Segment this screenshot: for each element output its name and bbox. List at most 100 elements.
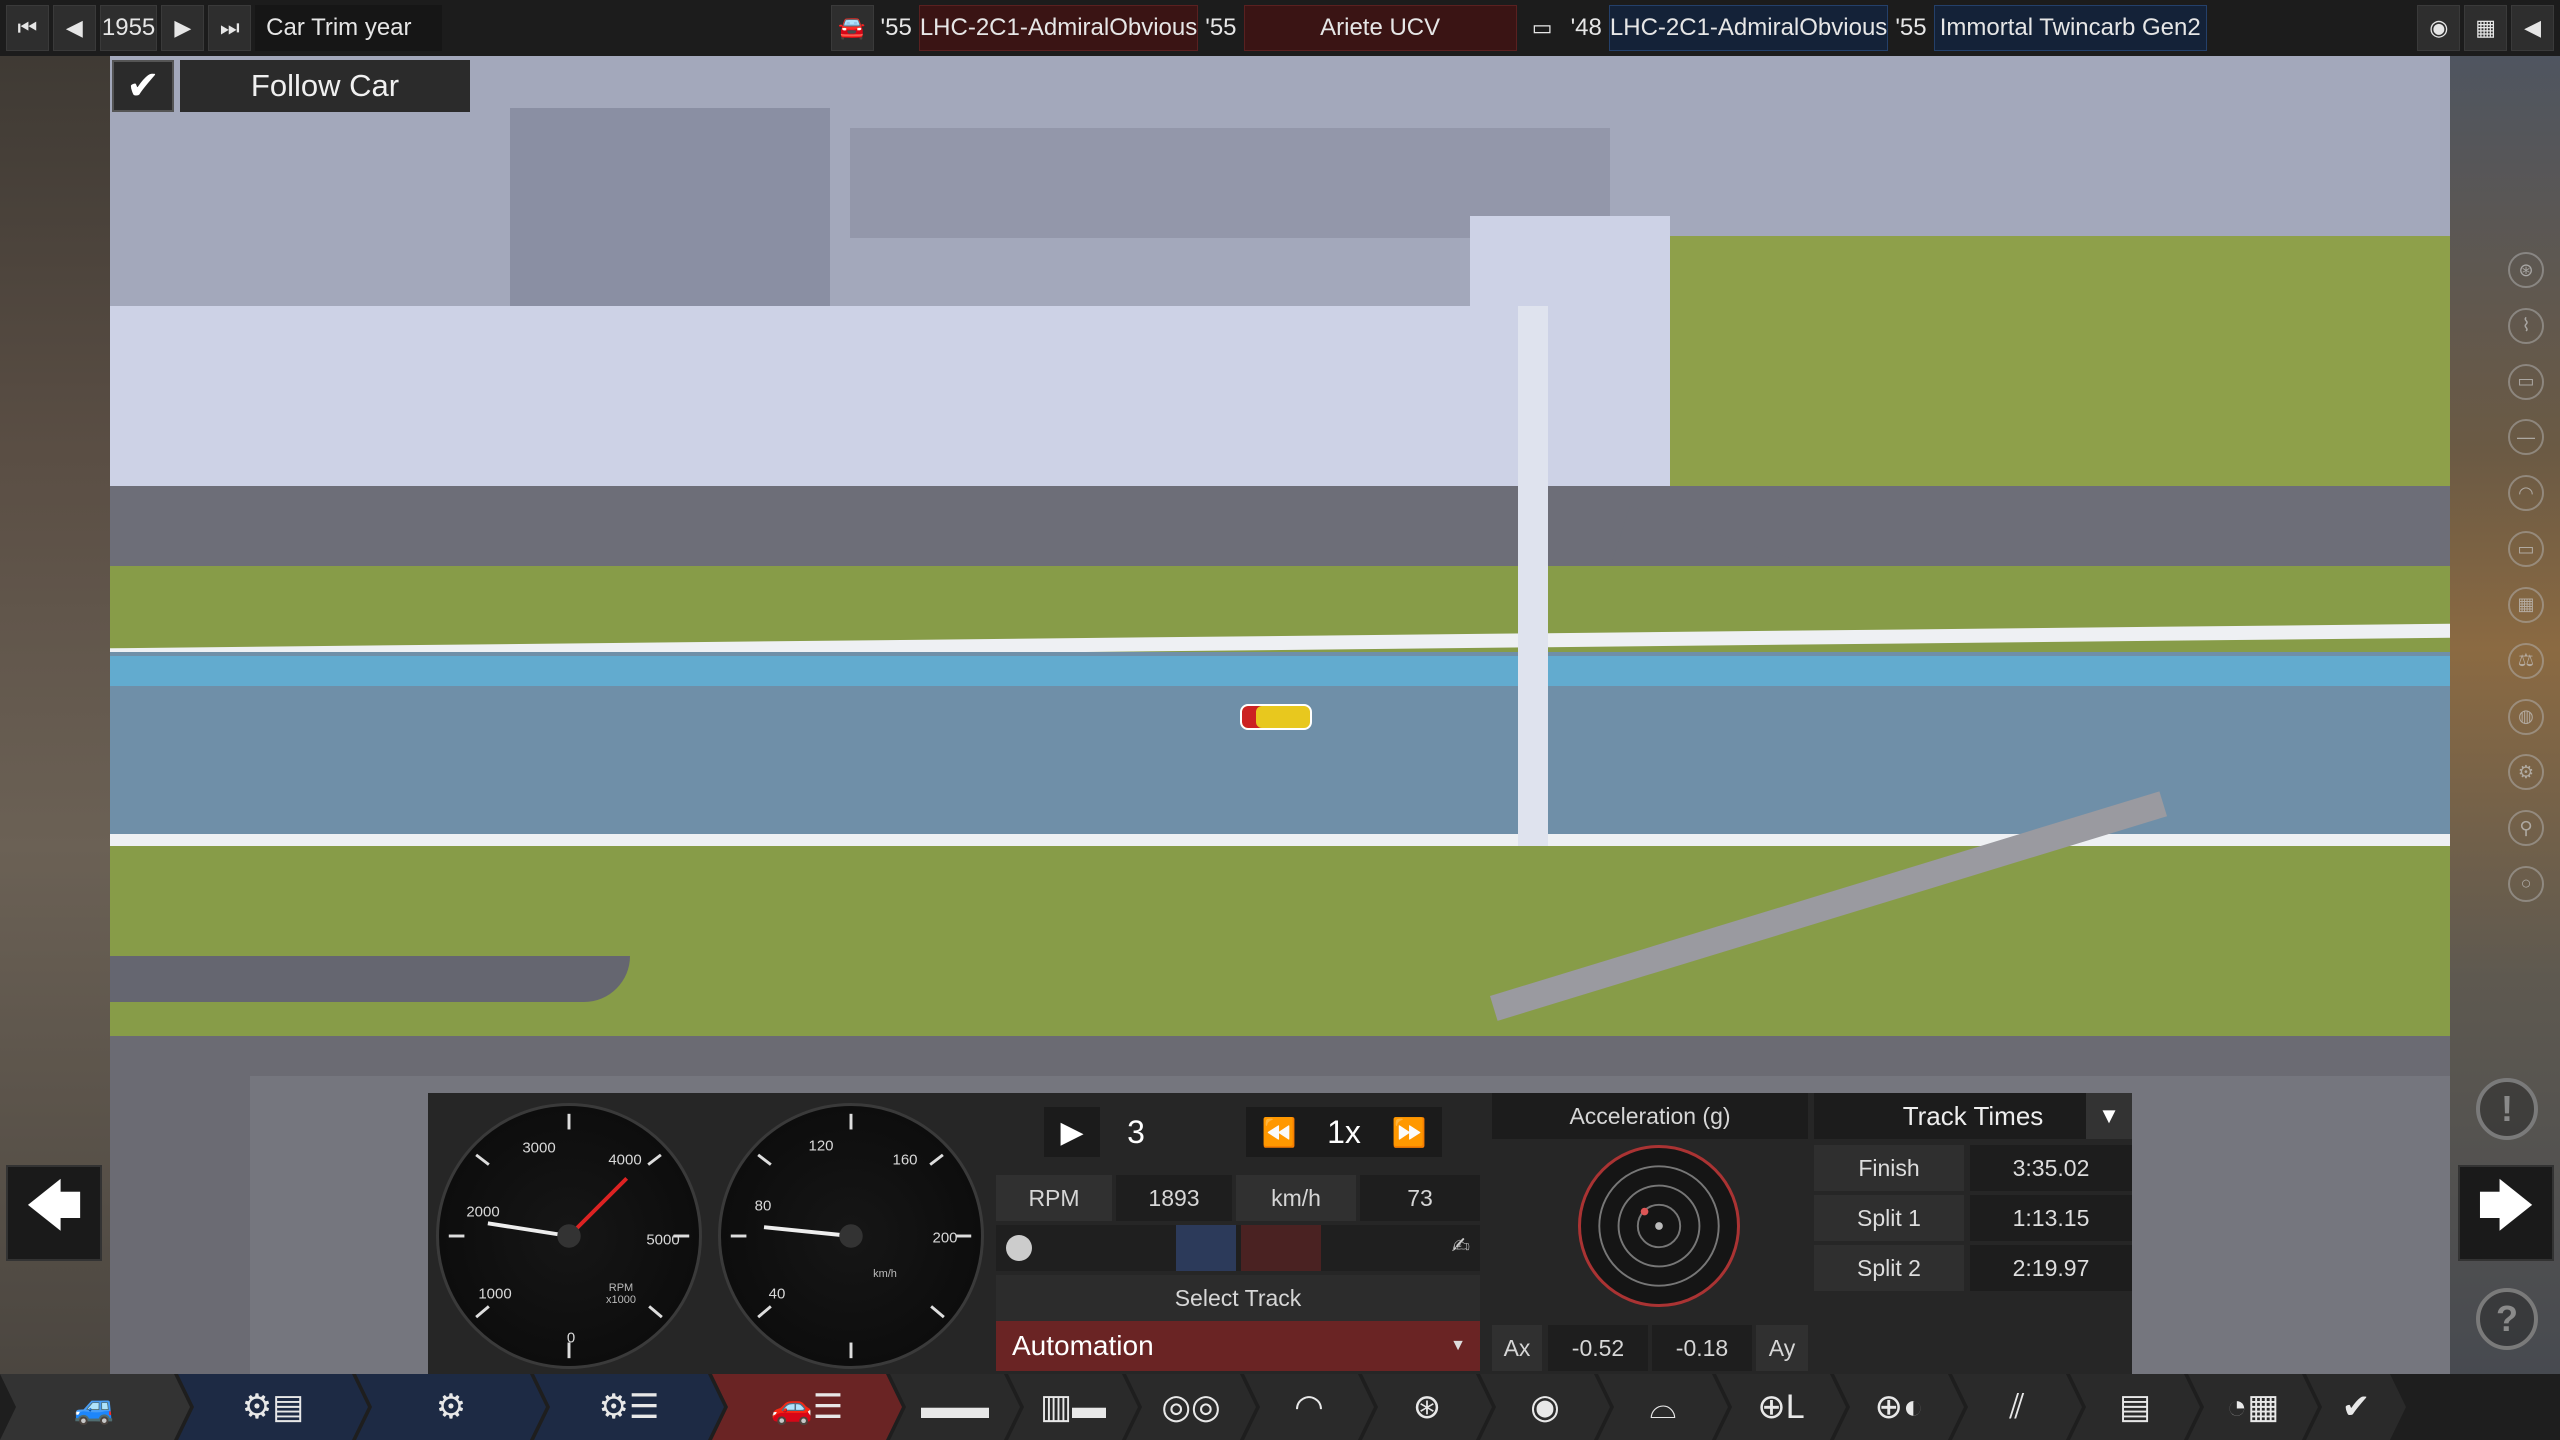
throttle-bar bbox=[1176, 1225, 1236, 1271]
lap-count: 3 bbox=[1127, 1113, 1145, 1150]
g-force-rings bbox=[1598, 1165, 1720, 1287]
aero-icon[interactable]: ⌓ bbox=[1598, 1374, 1728, 1440]
time-value: 1:13.15 bbox=[1970, 1195, 2132, 1241]
calculator-icon[interactable]: ▦ bbox=[2464, 5, 2508, 51]
tool-icon[interactable]: ⚖ bbox=[2508, 642, 2544, 679]
playback-speed: 1x bbox=[1312, 1107, 1376, 1157]
next-arrow-icon[interactable]: 🡆 bbox=[2458, 1165, 2554, 1261]
engine-tuning-icon[interactable]: ⚙☰ bbox=[534, 1374, 724, 1440]
follow-car-toggle[interactable]: ✔ Follow Car bbox=[112, 60, 470, 112]
grass-area bbox=[1670, 236, 2450, 506]
car-body-icon[interactable]: 🚙 bbox=[0, 1374, 190, 1440]
time-value: 3:35.02 bbox=[1970, 1145, 2132, 1191]
speed-tick-label: 120 bbox=[808, 1137, 834, 1155]
trim-name-button[interactable]: Ariete UCV bbox=[1243, 5, 1517, 51]
car-model-button[interactable]: LHC-2C1-AdmiralObvious bbox=[918, 5, 1199, 51]
tool-icon[interactable]: ▭ bbox=[2508, 531, 2544, 568]
playback-controls: ▶ 3 ⏪ 1x ⏩ RPM 1893 km/h 73 ✍ Select Tra… bbox=[996, 1093, 1486, 1375]
time-label: Split 1 bbox=[1814, 1195, 1964, 1241]
help-icon[interactable]: ? bbox=[2476, 1288, 2538, 1350]
tach-tick-label: 0 bbox=[566, 1329, 576, 1347]
engine-variant-button[interactable]: Immortal Twincarb Gen2 bbox=[1933, 5, 2207, 51]
follow-car-checkbox[interactable]: ✔ bbox=[112, 60, 174, 112]
access-road bbox=[110, 956, 630, 1002]
track-dropdown[interactable]: Automation ▼ bbox=[996, 1321, 1480, 1371]
speed-tick-label: 200 bbox=[932, 1229, 958, 1247]
light-pad bbox=[1470, 216, 1670, 306]
fast-forward-icon[interactable]: ⏩ bbox=[1376, 1107, 1442, 1157]
table-row: Split 2 2:19.97 bbox=[1814, 1245, 2132, 1291]
speed-value: 73 bbox=[1360, 1175, 1480, 1221]
tool-icon[interactable]: — bbox=[2508, 419, 2544, 456]
wheel-icon[interactable]: ⊛ bbox=[1362, 1374, 1492, 1440]
bottom-toolbar: 🚙 ⚙▤ ⚙ ⚙☰ 🚗☰ ▬▬ ▥▬ ◎◎ ◠ ⊛ ◉ ⌓ ⊕L ⊕◐ ⫽ ▤ … bbox=[0, 1374, 2560, 1440]
input-bar: ✍ bbox=[996, 1225, 1480, 1271]
rewind-icon[interactable]: ⏪ bbox=[1246, 1107, 1312, 1157]
interior-icon[interactable]: ⊕L bbox=[1716, 1374, 1846, 1440]
gauge-icon[interactable]: ◠ bbox=[1244, 1374, 1374, 1440]
forward-icon[interactable]: ▶ bbox=[161, 5, 205, 51]
tool-icon[interactable]: ◠ bbox=[2508, 475, 2544, 512]
speed-tick-label: 40 bbox=[768, 1285, 786, 1303]
tool-icon[interactable]: ▦ bbox=[2508, 586, 2544, 623]
ay-value: -0.18 bbox=[1652, 1325, 1752, 1371]
back-icon[interactable]: ◀ bbox=[52, 5, 96, 51]
acceleration-title: Acceleration (g) bbox=[1492, 1093, 1808, 1139]
time-label: Finish bbox=[1814, 1145, 1964, 1191]
chevron-down-icon[interactable]: ▼ bbox=[2086, 1093, 2132, 1139]
speed-tick-label: 160 bbox=[892, 1151, 918, 1169]
fast-back-icon[interactable]: ⏮ bbox=[6, 5, 49, 51]
play-icon[interactable]: ▶ bbox=[1044, 1107, 1100, 1157]
speedometer-needle bbox=[763, 1225, 852, 1238]
tool-icon[interactable]: ◍ bbox=[2508, 698, 2544, 735]
car-trim-year: '55 bbox=[1205, 14, 1237, 41]
tool-icon[interactable]: ⊛ bbox=[2508, 252, 2544, 288]
tool-icon[interactable]: ⚲ bbox=[2508, 810, 2544, 847]
tach-unit: RPM x1000 bbox=[606, 1282, 636, 1306]
previous-arrow-icon[interactable]: 🡄 bbox=[6, 1165, 102, 1261]
steering-icon: ✍ bbox=[1451, 1233, 1470, 1258]
collapse-icon[interactable]: ◀ bbox=[2511, 5, 2554, 51]
suspension-icon[interactable]: ◎◎ bbox=[1126, 1374, 1256, 1440]
car-design-icon[interactable]: ▬▬ bbox=[890, 1374, 1020, 1440]
engine-block-icon[interactable]: ⚙ bbox=[356, 1374, 546, 1440]
acceleration-panel: Acceleration (g) Ax -0.52 -0.18 Ay bbox=[1492, 1093, 1808, 1375]
engine-family-button[interactable]: LHC-2C1-AdmiralObvious bbox=[1608, 5, 1889, 51]
chevron-down-icon: ▼ bbox=[1450, 1337, 1466, 1354]
speed-label: km/h bbox=[1236, 1175, 1356, 1221]
tool-icon[interactable]: ○ bbox=[2508, 865, 2544, 902]
rpm-label: RPM bbox=[996, 1175, 1112, 1221]
table-row: Split 1 1:13.15 bbox=[1814, 1195, 2132, 1241]
test-dashboard: 0 1000 2000 3000 4000 5000 RPM x1000 40 8… bbox=[428, 1093, 2132, 1375]
drivetrain-icon[interactable]: ⫽ bbox=[1952, 1374, 2082, 1440]
confirm-check-icon[interactable]: ✔ bbox=[2306, 1374, 2406, 1440]
tool-icon[interactable]: ▭ bbox=[2508, 363, 2544, 400]
engine-family-icon[interactable]: ⚙▤ bbox=[178, 1374, 368, 1440]
player-car[interactable] bbox=[1240, 704, 1312, 730]
report-icon[interactable]: ▤ bbox=[2070, 1374, 2200, 1440]
tool-icon[interactable]: ⚙ bbox=[2508, 754, 2544, 791]
select-track-label: Select Track bbox=[996, 1275, 1480, 1321]
chassis-icon[interactable]: ▥▬ bbox=[1008, 1374, 1138, 1440]
safety-icon[interactable]: ⊕◐ bbox=[1834, 1374, 1964, 1440]
test-track-icon[interactable]: ◔▦ bbox=[2188, 1374, 2318, 1440]
car-year: '55 bbox=[880, 14, 912, 41]
top-bar: ⏮ ◀ 1955 ▶ ⏭ Car Trim year 🚘 '55 LHC-2C1… bbox=[0, 0, 2560, 56]
fast-forward-icon[interactable]: ⏭ bbox=[208, 5, 252, 51]
speedometer: 40 80 120 160 200 km/h bbox=[718, 1103, 984, 1369]
side-tool-strip: ⊛ ⌇ ▭ — ◠ ▭ ▦ ⚖ ◍ ⚙ ⚲ ○ bbox=[2502, 252, 2550, 902]
time-label: Split 2 bbox=[1814, 1245, 1964, 1291]
tool-icon[interactable]: ⌇ bbox=[2508, 307, 2544, 344]
table-row: Finish 3:35.02 bbox=[1814, 1145, 2132, 1191]
car-trim-icon[interactable]: 🚗☰ bbox=[712, 1374, 902, 1440]
g-force-dot bbox=[1640, 1207, 1649, 1216]
engine-year: '48 bbox=[1570, 14, 1602, 41]
brake-icon[interactable]: ◉ bbox=[1480, 1374, 1610, 1440]
warning-icon[interactable]: ! bbox=[2476, 1078, 2538, 1140]
camera-icon[interactable]: ◉ bbox=[2417, 5, 2461, 51]
paved-road bbox=[110, 486, 2450, 566]
engine-icon: ▭ bbox=[1531, 15, 1553, 40]
ax-value: -0.52 bbox=[1548, 1325, 1648, 1371]
brake-pedal-icon bbox=[1006, 1235, 1032, 1261]
